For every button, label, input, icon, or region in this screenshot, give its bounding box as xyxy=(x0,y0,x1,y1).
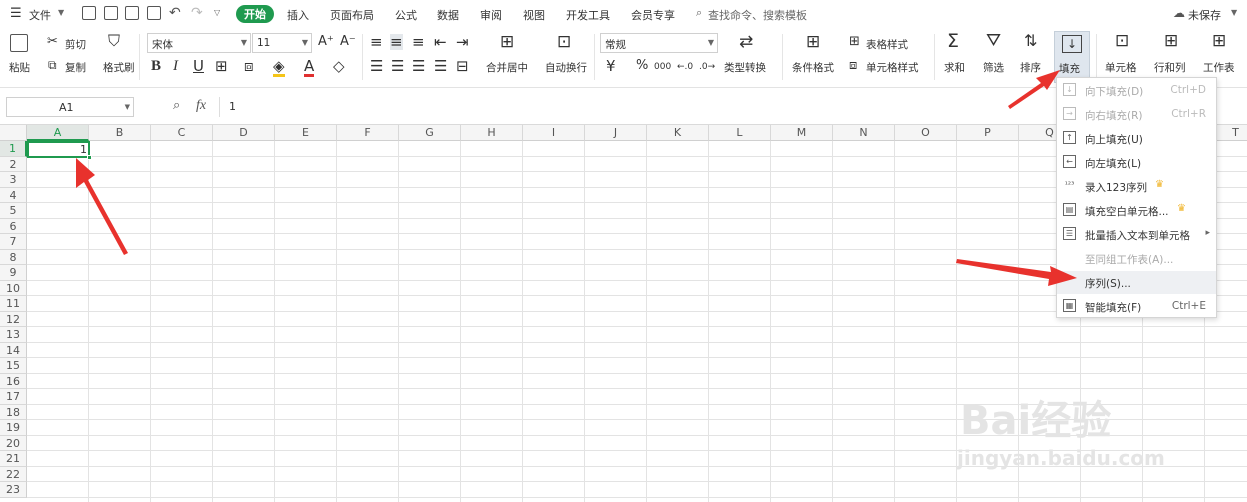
arrow-to-cell xyxy=(76,158,128,255)
arrow-to-fill xyxy=(1008,70,1060,109)
annotation-arrows xyxy=(76,70,1077,286)
arrow-to-series xyxy=(956,259,1077,286)
